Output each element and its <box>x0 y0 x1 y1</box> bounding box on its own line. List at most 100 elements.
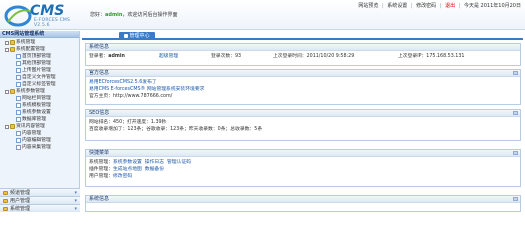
sidebar-system-button[interactable]: 系统管理 ▾ <box>0 204 80 212</box>
sidebar-tree-item[interactable]: 其他顶部管理 <box>2 60 77 67</box>
sidebar-tree-label: 自定义标签管理 <box>22 82 56 87</box>
sidebar-tree-label: 资讯内容管理 <box>16 124 45 129</box>
seo-index-text: 百度收录增加了：123条；谷歌收录：123条；昨天收录数：0条；总收录数：5条 <box>89 127 263 132</box>
shortcut-sitemap-link[interactable]: 生成站点地图 <box>113 166 142 173</box>
sidebar-tree-item[interactable]: 内容管理 <box>2 130 77 137</box>
top-nav: 网站预览 | 系统设置 | 修改密码 | 退出 | 今天是 2011年10月20… <box>356 2 521 9</box>
nav-separator: | <box>439 3 442 9</box>
sidebar-user-button[interactable]: 用户管理 ▾ <box>0 196 80 204</box>
welcome-user: admin <box>105 12 123 18</box>
sidebar-tree-item[interactable]: 网站栏目管理 <box>2 95 77 102</box>
folder-icon <box>10 47 15 52</box>
nav-preview-link[interactable]: 网站预览 <box>358 3 378 9</box>
last-login-ip-label: 上次登录IP： <box>398 54 427 59</box>
expand-toggle-icon[interactable] <box>5 47 9 52</box>
sidebar-channel-label: 频道管理 <box>10 189 31 196</box>
shortcut-password-link[interactable]: 修改密码 <box>113 173 132 180</box>
date-text: 今天是 2011年10月20日 <box>463 3 521 9</box>
sidebar-tree-item[interactable]: 系统配置管理 <box>2 46 77 53</box>
folder-icon <box>3 206 8 211</box>
seo-info-panel: SEO信息 网站排名：450；打开速度：1.39秒 百度收录增加了：123条；谷… <box>85 109 521 141</box>
sidebar-tree-label: 系统管理 <box>16 40 36 45</box>
shortcut-menu-body: 系统管理： 系统参数设置 操作日志 管理认证码 插件管理： 生成站点地图 数据备… <box>86 157 520 182</box>
page-icon <box>16 54 21 59</box>
last-login-ip-value: 175.168.53.131 <box>426 54 465 59</box>
sidebar-tree-label: 其他顶部管理 <box>22 61 51 66</box>
shortcut-sys-params-link[interactable]: 系统参数设置 <box>113 159 142 166</box>
sidebar-tree-item[interactable]: 自定义文件管理 <box>2 74 77 81</box>
sidebar-user-label: 用户管理 <box>10 197 31 204</box>
login-role-value: 超级管理 <box>159 54 179 59</box>
sidebar-bottom-menu: 频道管理 ▾ 用户管理 ▾ 系统管理 ▾ <box>0 188 80 212</box>
official-news-link[interactable]: 易用ECforcesCMS2.5.6发布了 <box>89 79 517 86</box>
page-icon <box>16 117 21 122</box>
nav-settings-link[interactable]: 系统设置 <box>387 3 407 9</box>
page-icon <box>16 75 21 80</box>
sidebar: CMS网站管理系统 系统管理系统配置管理首页顶部管理 其他顶部管理 上传图片管理 自定… <box>0 31 80 212</box>
shortcut-menu-title-text: 快捷菜单 <box>89 150 110 156</box>
official-requirements-link[interactable]: 易用CMS E-forcesCMS® 网站管理系统安装环境要求 <box>89 86 517 93</box>
shortcut-user-label: 用户管理： <box>89 174 113 179</box>
page-icon <box>16 82 21 87</box>
sidebar-tree-item[interactable]: 数据库管理 <box>2 116 77 123</box>
expand-toggle-icon[interactable] <box>5 89 9 94</box>
top-header: CMS E-FORCES CMS V2.5.6 您好：admin，欢迎访问后台操… <box>0 0 525 30</box>
shortcut-plugin-label: 插件管理： <box>89 167 113 172</box>
sidebar-tree-label: 内容采集管理 <box>22 145 51 150</box>
chevron-down-icon: ▾ <box>74 197 77 204</box>
sidebar-tree-item[interactable]: 自定义标签管理 <box>2 81 77 88</box>
sidebar-tree-item[interactable]: 内容采集管理 <box>2 144 77 151</box>
welcome-suffix: ，欢迎访问后台操作界面 <box>122 12 178 18</box>
sidebar-tree-label: 系统参数管理 <box>16 89 45 94</box>
sidebar-tree-item[interactable]: 资讯内容管理 <box>2 123 77 130</box>
sidebar-channel-button[interactable]: 频道管理 ▾ <box>0 188 80 196</box>
expand-toggle-icon[interactable] <box>5 40 9 45</box>
home-icon <box>124 33 129 38</box>
page-icon <box>16 96 21 101</box>
sidebar-tree-item[interactable]: 系统参数设置 <box>2 109 77 116</box>
cms-logo: CMS E-FORCES CMS V2.5.6 <box>4 2 84 28</box>
sidebar-tree-item[interactable]: 首页顶部管理 <box>2 53 77 60</box>
nav-separator: | <box>382 3 384 9</box>
login-info-title: 系统信息 <box>86 44 520 51</box>
page-icon <box>16 110 21 115</box>
expand-toggle-icon[interactable] <box>5 124 9 129</box>
shortcut-oplog-link[interactable]: 操作日志 <box>145 159 164 166</box>
collapse-icon[interactable] <box>513 71 518 75</box>
page-icon <box>16 138 21 143</box>
official-info-title: 官方信息 <box>86 70 520 77</box>
sidebar-tree-item[interactable]: 系统管理 <box>2 39 77 46</box>
page-icon <box>16 145 21 150</box>
system-info-panel: 系统信息 <box>85 195 521 212</box>
sidebar-tree-item[interactable]: 系统参数管理 <box>2 88 77 95</box>
shortcut-authcode-link[interactable]: 管理认证码 <box>167 159 191 166</box>
sidebar-tree-item[interactable]: 上传图片管理 <box>2 67 77 74</box>
shortcut-backup-link[interactable]: 数据备份 <box>145 166 164 173</box>
sidebar-tree-label: 内容编辑管理 <box>22 138 51 143</box>
shortcut-menu-panel: 快捷菜单 系统管理： 系统参数设置 操作日志 管理认证码 插件管理： 生成站点地… <box>85 149 521 187</box>
page-icon <box>16 131 21 136</box>
logo-subtitle: E-FORCES CMS V2.5.6 <box>34 18 71 28</box>
sidebar-title: CMS网站管理系统 <box>0 31 79 38</box>
tab-admin-center[interactable]: 管理中心 <box>119 32 155 40</box>
login-info-body: 登录者：admin 超级管理 登录次数：93 上次登录时间：2011/10/20… <box>86 51 520 62</box>
sidebar-tree-label: 自定义文件管理 <box>22 75 56 80</box>
sidebar-tree-item[interactable]: 内容编辑管理 <box>2 137 77 144</box>
collapse-icon[interactable] <box>513 197 518 201</box>
collapse-icon[interactable] <box>513 151 518 155</box>
collapse-icon[interactable] <box>513 111 518 115</box>
official-info-title-text: 官方信息 <box>89 70 110 76</box>
nav-logout-link[interactable]: 退出 <box>445 3 455 9</box>
folder-icon <box>3 198 8 203</box>
sidebar-tree-label: 系统配置管理 <box>16 47 45 52</box>
official-homepage-text[interactable]: 官方主页：http://www.787666.com/ <box>89 93 517 100</box>
system-info-title: 系统信息 <box>86 196 520 203</box>
sidebar-tree-item[interactable]: 系统模板管理 <box>2 102 77 109</box>
sidebar-tree-label: 系统参数设置 <box>22 110 51 115</box>
page-icon <box>16 61 21 66</box>
system-info-title-text: 系统信息 <box>89 196 110 202</box>
sidebar-tree-label: 首页顶部管理 <box>22 54 51 59</box>
nav-password-link[interactable]: 修改密码 <box>416 3 436 9</box>
seo-info-title: SEO信息 <box>86 110 520 117</box>
shortcut-system-label: 系统管理： <box>89 160 113 165</box>
